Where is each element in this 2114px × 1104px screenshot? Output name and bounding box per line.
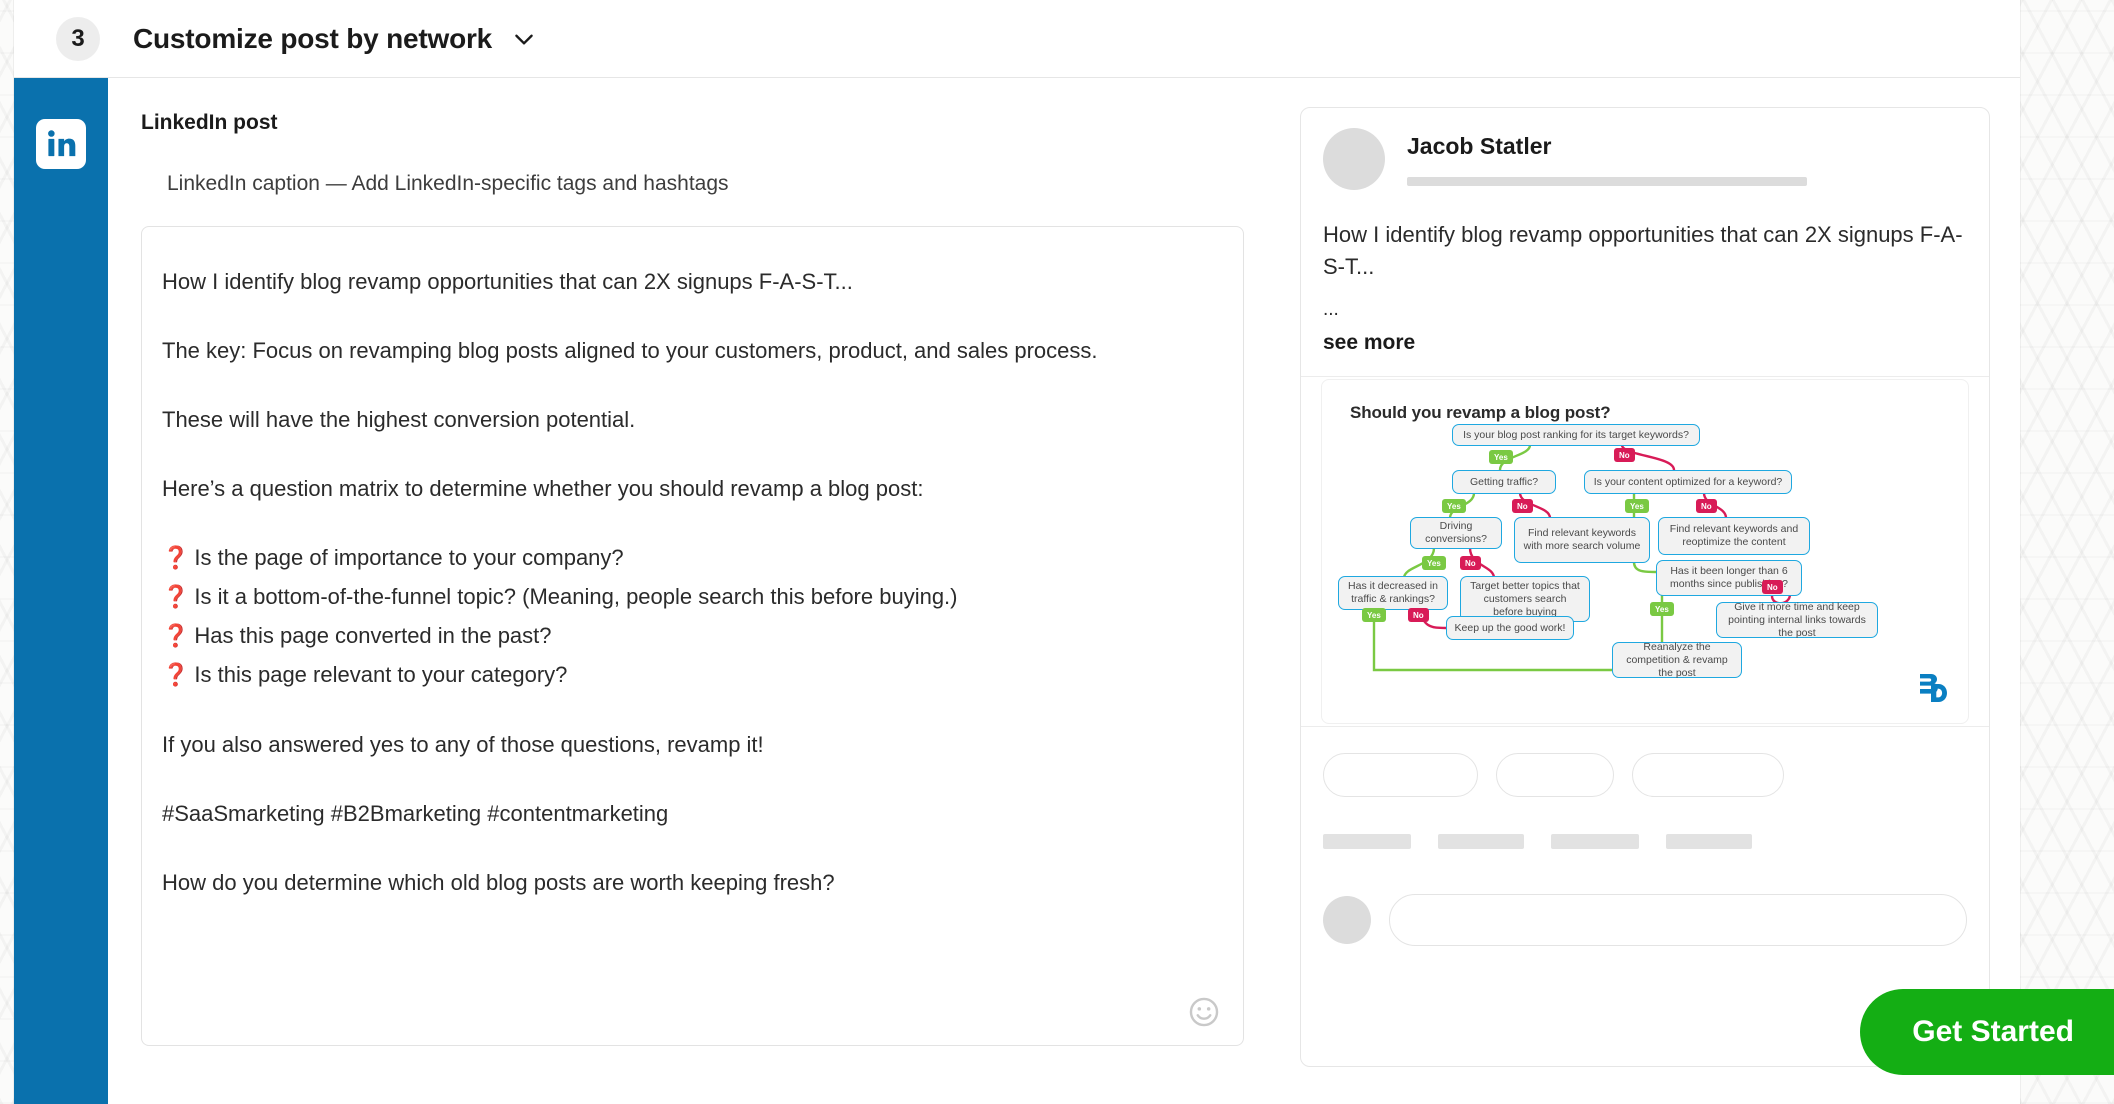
network-rail-linkedin[interactable]	[14, 78, 108, 1104]
flowchart-edge-label-no: No	[1762, 580, 1783, 594]
page-root: 3 Customize post by network LinkedIn pos…	[0, 0, 2114, 1104]
action-bar-row	[1323, 834, 1967, 849]
composer-body: LinkedIn post LinkedIn caption — Add Lin…	[14, 78, 2020, 1104]
flowchart-node-reanalyze: Reanalyze the competition & revamp the p…	[1612, 641, 1742, 679]
background-pattern-left	[0, 0, 14, 1104]
flowchart-edge-label-yes: Yes	[1442, 499, 1466, 513]
question-mark-icon: ❓	[162, 585, 190, 610]
flowchart-image: Should you revamp a blog post? Is your b…	[1321, 379, 1969, 724]
flowchart-node-decreased-traffic: Has it decreased in traffic & rankings?	[1338, 576, 1448, 610]
flowchart-edge-label-no: No	[1614, 448, 1635, 462]
flowchart-node-keep-up-good-work: Keep up the good work!	[1446, 616, 1574, 640]
preview-ellipsis: ...	[1323, 299, 1339, 320]
composer-card: 3 Customize post by network LinkedIn pos…	[14, 0, 2020, 1104]
reaction-pill-placeholder[interactable]	[1632, 753, 1784, 797]
step-number-badge: 3	[56, 16, 100, 61]
post-paragraph: If you also answered yes to any of those…	[162, 732, 764, 757]
post-question-text: Is it a bottom-of-the-funnel topic? (Mea…	[194, 584, 958, 609]
chevron-down-icon[interactable]	[511, 26, 537, 52]
flowchart-node-root: Is your blog post ranking for its target…	[1452, 424, 1700, 446]
step-header[interactable]: 3 Customize post by network	[14, 0, 2020, 78]
background-pattern-right	[2020, 0, 2114, 1104]
avatar	[1323, 128, 1385, 190]
post-paragraph: The key: Focus on revamping blog posts a…	[162, 338, 1098, 363]
comment-input[interactable]	[1389, 894, 1967, 946]
linkedin-preview-card: Jacob Statler How I identify blog revamp…	[1300, 107, 1990, 1067]
action-placeholder	[1438, 834, 1524, 849]
post-paragraph: How do you determine which old blog post…	[162, 870, 835, 895]
preview-header: Jacob Statler How I identify blog revamp…	[1301, 108, 1989, 355]
action-placeholder	[1551, 834, 1639, 849]
flowchart-node-give-it-more-time: Give it more time and keep pointing inte…	[1716, 601, 1878, 639]
preview-engagement	[1301, 727, 1989, 946]
post-question-item: ❓ Is the page of importance to your compa…	[162, 539, 1203, 578]
post-question-text: Is this page relevant to your category?	[194, 662, 568, 687]
flowchart-edge-label-yes: Yes	[1489, 450, 1513, 464]
flowchart-node-driving-conversions: Driving conversions?	[1410, 517, 1502, 549]
post-paragraph: How I identify blog revamp opportunities…	[162, 269, 853, 294]
author-subtitle-placeholder	[1407, 177, 1807, 186]
flowchart-node-find-keywords-reoptimize: Find relevant keywords and reoptimize th…	[1658, 517, 1810, 555]
post-question-text: Has this page converted in the past?	[194, 623, 552, 648]
caption-hint: LinkedIn caption — Add LinkedIn-specific…	[167, 172, 729, 195]
post-question-item: ❓ Is it a bottom-of-the-funnel topic? (Me…	[162, 578, 1203, 617]
author-meta: Jacob Statler	[1407, 128, 1967, 186]
post-question-text: Is the page of importance to your compan…	[194, 545, 624, 570]
flowchart-node-getting-traffic: Getting traffic?	[1452, 470, 1556, 494]
post-question-list: ❓ Is the page of importance to your compa…	[162, 539, 1203, 695]
preview-post-text: How I identify blog revamp opportunities…	[1323, 222, 1963, 279]
reaction-pill-placeholder[interactable]	[1496, 753, 1614, 797]
flowchart-edge-label-yes: Yes	[1362, 608, 1386, 622]
flowchart-edge-label-yes: Yes	[1422, 556, 1446, 570]
post-editor[interactable]: How I identify blog revamp opportunities…	[141, 226, 1244, 1046]
flowchart-node-content-optimized: Is your content optimized for a keyword?	[1584, 470, 1792, 494]
flowchart-brand-logo	[1918, 672, 1948, 709]
flowchart-node-find-keywords-volume: Find relevant keywords with more search …	[1514, 517, 1650, 563]
author-row: Jacob Statler	[1323, 128, 1967, 190]
flowchart-edge-label-no: No	[1696, 499, 1717, 513]
avatar	[1323, 896, 1371, 944]
preview-column: Jacob Statler How I identify blog revamp…	[1280, 78, 2020, 1104]
linkedin-icon	[36, 119, 86, 169]
see-more-link[interactable]: see more	[1323, 331, 1967, 355]
action-placeholder	[1323, 834, 1411, 849]
flowchart-edge-label-yes: Yes	[1625, 499, 1649, 513]
composer-column: LinkedIn post LinkedIn caption — Add Lin…	[108, 78, 1280, 1104]
post-paragraph: Here’s a question matrix to determine wh…	[162, 476, 924, 501]
post-hashtags: #SaaSmarketing #B2Bmarketing #contentmar…	[162, 801, 669, 826]
question-mark-icon: ❓	[162, 663, 190, 688]
flowchart-edge-label-no: No	[1460, 556, 1481, 570]
preview-attachment[interactable]: Should you revamp a blog post? Is your b…	[1301, 376, 1989, 727]
question-mark-icon: ❓	[162, 546, 190, 571]
post-question-item: ❓ Has this page converted in the past?	[162, 617, 1203, 656]
post-editor-content[interactable]: How I identify blog revamp opportunities…	[162, 263, 1203, 902]
composer-heading: LinkedIn post	[141, 111, 278, 134]
smiley-icon[interactable]	[1187, 995, 1221, 1029]
question-mark-icon: ❓	[162, 624, 190, 649]
comment-row	[1323, 894, 1967, 946]
post-paragraph: These will have the highest conversion p…	[162, 407, 636, 432]
page-title: Customize post by network	[133, 22, 493, 54]
post-question-item: ❓ Is this page relevant to your category?	[162, 656, 1203, 695]
flowchart-edge-label-no: No	[1512, 499, 1533, 513]
flowchart-edge-label-no: No	[1408, 608, 1429, 622]
flowchart-edge-label-yes: Yes	[1650, 602, 1674, 616]
author-name: Jacob Statler	[1407, 133, 1552, 159]
action-placeholder	[1666, 834, 1752, 849]
get-started-button[interactable]: Get Started	[1860, 989, 2114, 1075]
reaction-pill-placeholder[interactable]	[1323, 753, 1478, 797]
reaction-pill-row	[1323, 753, 1967, 797]
